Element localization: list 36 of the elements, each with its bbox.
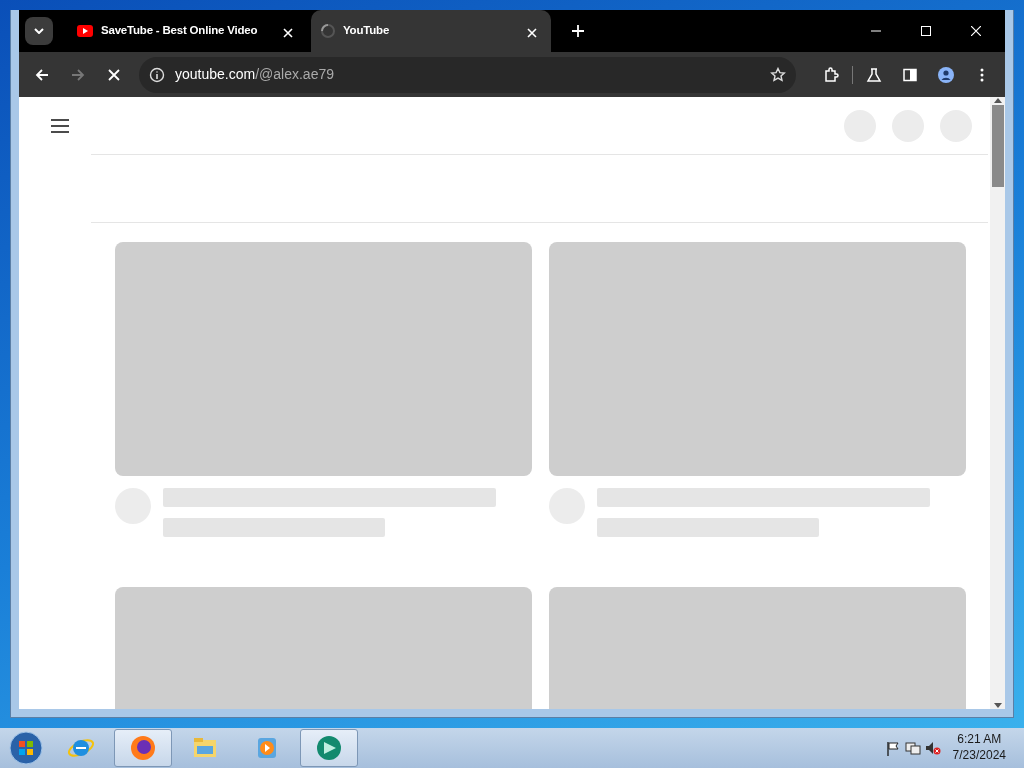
scrollbar-thumb[interactable] (991, 105, 1004, 187)
close-icon (971, 26, 981, 36)
back-arrow-icon (34, 66, 50, 83)
tab-search-button[interactable] (25, 17, 53, 45)
close-icon (106, 66, 122, 83)
scroll-up-arrow-icon[interactable] (993, 97, 1002, 103)
browser-tab[interactable]: SaveTube - Best Online Video (67, 10, 307, 52)
plus-icon (572, 25, 584, 37)
loading-spinner-icon (321, 24, 335, 38)
flask-icon (866, 66, 882, 83)
network-icon (904, 740, 921, 756)
taskbar-app-button[interactable] (300, 729, 358, 767)
caret-icon (34, 28, 44, 34)
flag-icon (884, 740, 901, 756)
info-icon (149, 66, 165, 83)
muted-speaker-icon (924, 740, 941, 756)
close-icon (283, 27, 293, 38)
puzzle-icon (823, 66, 839, 83)
taskbar-app-button[interactable] (114, 729, 172, 767)
play-icon (77, 23, 93, 39)
side-panel-icon (902, 66, 918, 83)
scroll-down-arrow-icon[interactable] (993, 703, 1002, 709)
menu-icon (51, 118, 69, 133)
browser-tab[interactable]: YouTube (311, 10, 551, 52)
address-bar[interactable]: youtube.com/@alex.ae79 (139, 56, 796, 93)
forward-arrow-icon (70, 66, 86, 83)
url-text: youtube.com/@alex.ae79 (175, 65, 335, 84)
firefox-icon (129, 734, 157, 762)
app-icon (315, 734, 343, 762)
clock-time: 6:21 AM (956, 732, 1003, 748)
close-icon (527, 27, 537, 38)
maximize-icon (921, 26, 931, 36)
clock-date: 7/23/2024 (952, 748, 1006, 764)
avatar-icon (938, 66, 954, 83)
scrollbar[interactable] (990, 97, 1005, 709)
bookmark-star-icon (770, 66, 786, 83)
